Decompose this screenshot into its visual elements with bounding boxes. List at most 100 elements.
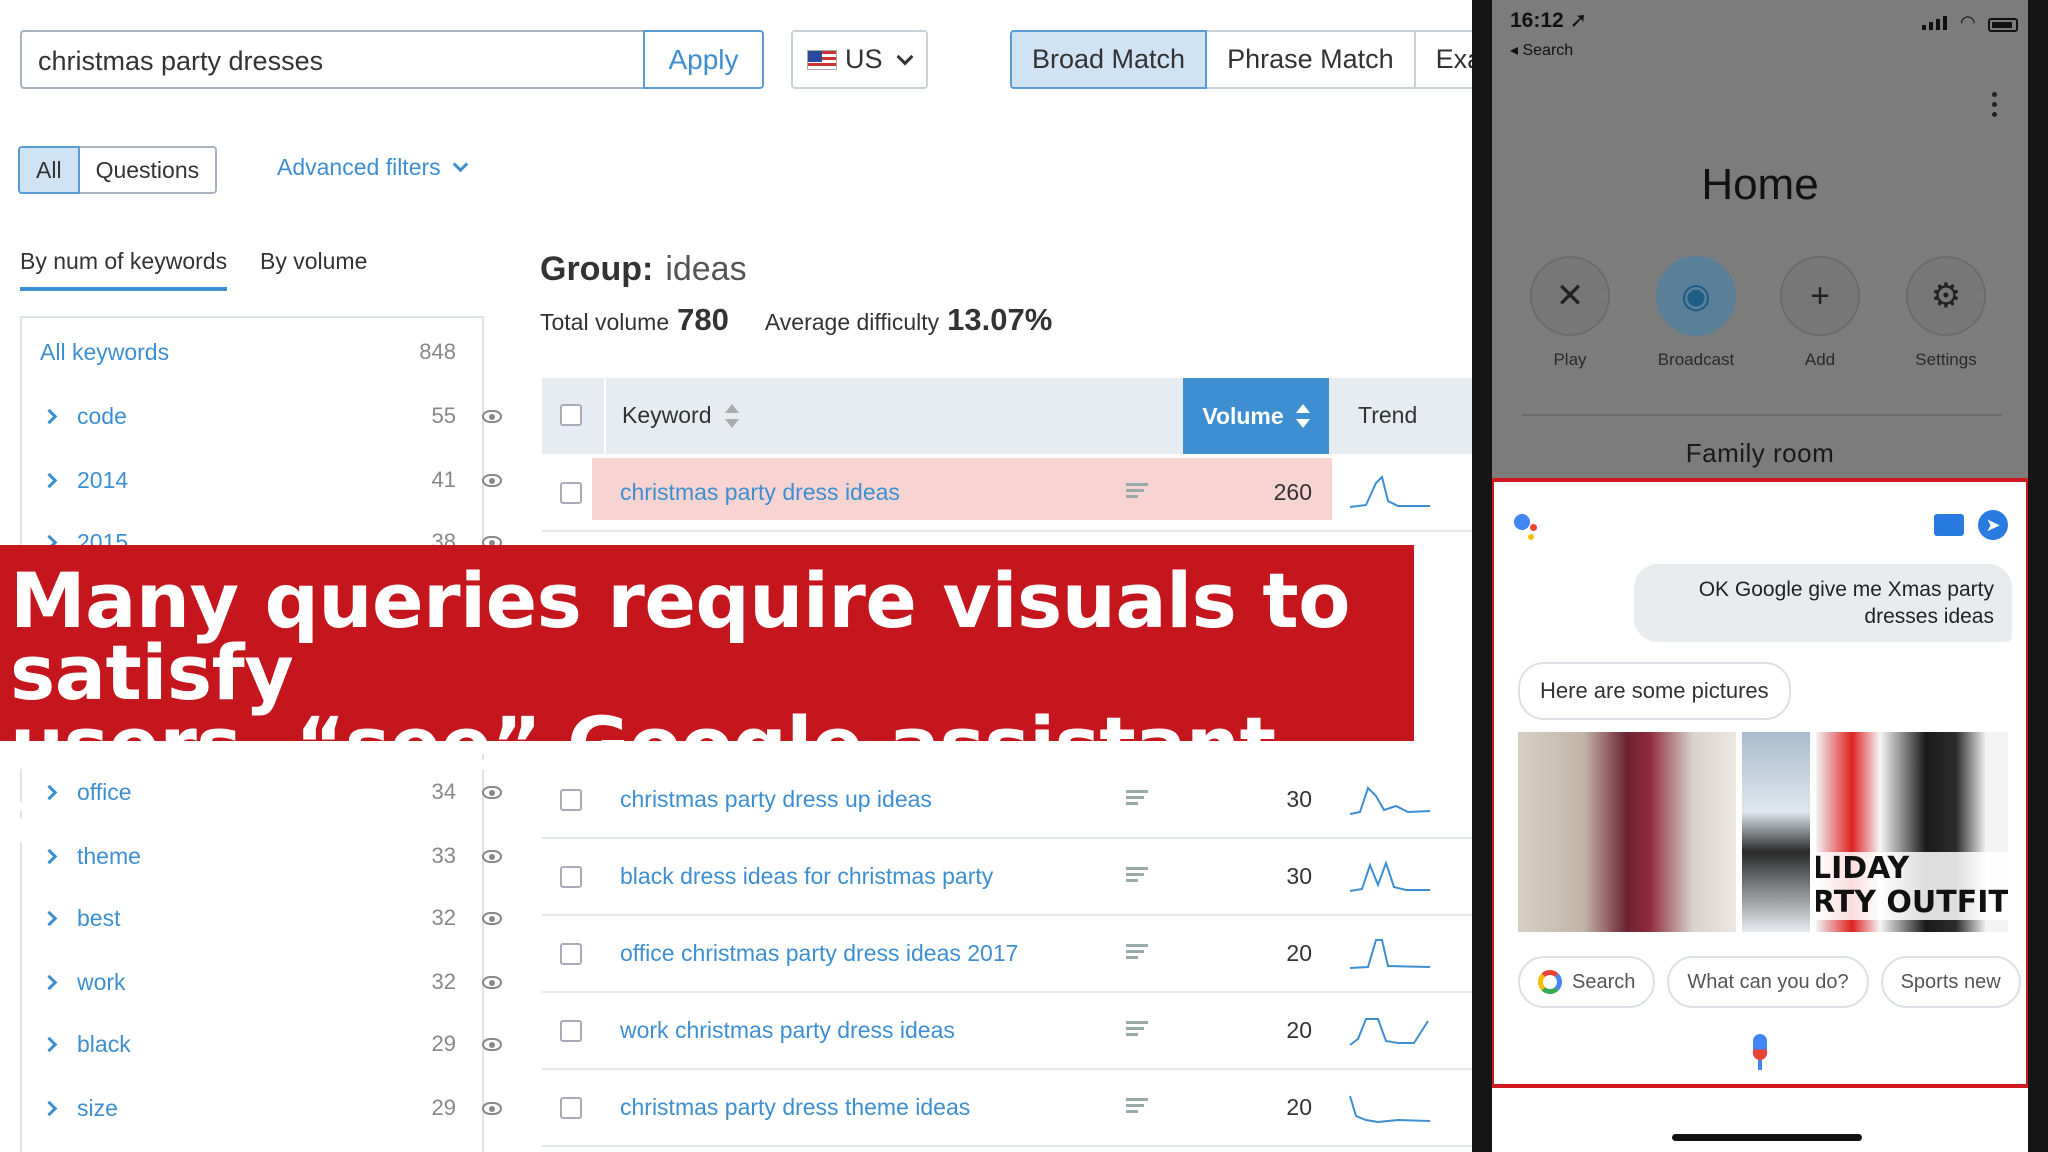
explore-compass-icon[interactable]: ➤ [1978,510,2008,540]
quick-action-settings[interactable]: ⚙ Settings [1896,256,1996,370]
google-assistant-logo-icon [1514,510,1554,540]
apply-button[interactable]: Apply [643,30,764,89]
status-time: 16:12 ➚ [1510,8,1587,33]
add-to-list-icon[interactable] [1126,867,1148,885]
keyword-volume: 20 [1286,940,1312,966]
keyword-search-input[interactable]: christmas party dresses [20,30,645,89]
row-checkbox[interactable] [560,1020,582,1042]
keyword-link[interactable]: christmas party dress theme ideas [620,1094,970,1121]
row-checkbox[interactable] [560,482,582,504]
table-row[interactable]: work christmas party dress ideas 20 [542,993,1472,1070]
quick-action-label: Add [1804,350,1836,369]
group-item[interactable]: best 32 [40,898,502,938]
trend-sparkline [1349,1018,1429,1046]
keyword-tool: christmas party dresses Apply US Broad M… [0,0,1472,1152]
row-checkbox[interactable] [560,1097,582,1119]
group-count: 848 [419,339,456,364]
chevron-right-icon [41,1100,58,1116]
all-filter-button[interactable]: All [18,146,80,194]
eye-icon[interactable] [482,1101,502,1115]
group-count: 29 [431,1031,456,1056]
more-options-icon[interactable] [1992,92,1998,122]
quick-action-label: Play [1553,350,1587,369]
add-to-list-icon[interactable] [1126,1098,1148,1116]
dress-image-result[interactable]: LIDAY RTY OUTFITS [1816,732,2008,932]
avg-difficulty-value: 13.07% [947,302,1053,337]
country-select[interactable]: US [791,30,928,89]
group-item[interactable]: size 29 [40,1088,502,1128]
chip-sports-news[interactable]: Sports new [1880,956,2021,1008]
add-to-list-icon[interactable] [1126,944,1148,962]
trend-sparkline [1349,475,1430,508]
quick-action-play[interactable]: ✕ Play [1520,256,1620,370]
dress-image-result[interactable] [1742,732,1810,932]
group-item[interactable]: black 29 [40,1024,502,1064]
broadcast-icon: ◉ [1656,256,1736,336]
keyword-table-header: Keyword Volume Trend [542,378,1472,454]
match-type-tabs: Broad Match Phrase Match Exa [1010,30,1472,89]
suggestion-chips: Search What can you do? Sports new [1518,956,2021,1008]
add-to-list-icon[interactable] [1126,1021,1148,1039]
keyword-column-header[interactable]: Keyword [622,402,740,429]
eye-icon[interactable] [482,473,502,487]
image-caption: LIDAY RTY OUTFITS [1816,852,2008,920]
chip-label: What can you do? [1687,970,1849,993]
keyword-link[interactable]: work christmas party dress ideas [620,1017,955,1044]
table-row[interactable]: office christmas party dress ideas 2017 … [542,916,1472,993]
table-row[interactable]: christmas party dress ideas 260 [542,455,1472,532]
keyword-link[interactable]: christmas party dress ideas [620,479,900,506]
assistant-toolbar: ➤ [1934,510,2008,540]
volume-column-header[interactable]: Volume [1183,378,1329,454]
chip-search[interactable]: Search [1518,956,1656,1008]
eye-icon[interactable] [482,975,502,989]
group-all-keywords[interactable]: All keywords 848 [40,332,480,372]
tab-by-num-keywords[interactable]: By num of keywords [20,248,228,291]
keyword-link[interactable]: black dress ideas for christmas party [620,863,993,890]
keyword-volume: 30 [1286,863,1312,889]
eye-icon[interactable] [482,911,502,925]
tab-by-volume[interactable]: By volume [260,248,367,275]
keyword-link[interactable]: office christmas party dress ideas 2017 [620,940,1018,967]
eye-icon[interactable] [482,409,502,423]
battery-icon [1988,18,2018,32]
group-title-prefix: Group: [540,250,654,288]
row-checkbox[interactable] [560,943,582,965]
dress-image-result[interactable] [1518,732,1736,932]
section-divider [1522,414,2002,416]
room-title: Family room [1685,438,1835,468]
advanced-filters-toggle[interactable]: Advanced filters [277,154,468,181]
column-divider [604,378,606,454]
row-checkbox[interactable] [560,866,582,888]
quick-action-add[interactable]: + Add [1770,256,1870,370]
group-item[interactable]: work 32 [40,962,502,1002]
home-indicator[interactable] [1672,1134,1862,1141]
back-to-search-link[interactable]: ◂ Search [1510,40,1573,60]
banner-line-2: users, “see” Google assistant answers [10,700,1276,861]
phone-screen: 16:12 ➚ ◂ Search ◠ Home ✕ Play ◉ Broadca… [1492,0,2028,1152]
exact-match-tab[interactable]: Exa [1413,30,1472,89]
group-item[interactable]: code 55 [40,396,502,436]
phrase-match-tab[interactable]: Phrase Match [1205,30,1416,89]
group-item[interactable]: 2014 41 [40,460,502,500]
chevron-right-icon [41,910,58,926]
quick-action-label: Broadcast [1657,350,1735,369]
image-results-carousel[interactable]: LIDAY RTY OUTFITS [1518,732,2008,932]
chevron-down-icon [896,48,914,65]
chip-what-can-you-do[interactable]: What can you do? [1667,956,1869,1008]
questions-filter-button[interactable]: Questions [77,146,218,194]
quick-action-label: Settings [1915,350,1977,369]
inbox-icon[interactable] [1934,514,1964,536]
eye-icon[interactable] [482,1037,502,1051]
table-row[interactable]: christmas party dress theme ideas 20 [542,1070,1472,1147]
group-label: size [77,1094,118,1121]
microphone-icon[interactable] [1750,1034,1770,1074]
assistant-reply-bubble: Here are some pictures [1518,662,1791,720]
assistant-bottom-area [1492,1088,2028,1152]
us-flag-icon [807,49,837,70]
chevron-right-icon [41,1036,58,1052]
add-to-list-icon[interactable] [1126,483,1148,501]
select-all-checkbox[interactable] [560,404,582,426]
quick-action-broadcast[interactable]: ◉ Broadcast [1646,256,1746,370]
chip-label: Sports new [1900,970,2001,993]
broad-match-tab[interactable]: Broad Match [1010,30,1208,89]
